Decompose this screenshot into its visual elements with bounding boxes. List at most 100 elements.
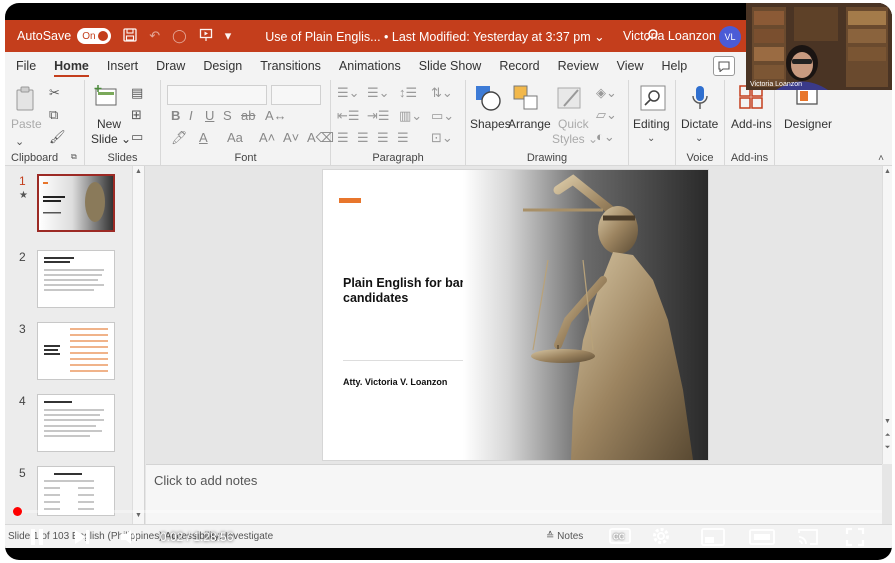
increase-font-icon[interactable]: A˄ — [259, 131, 275, 144]
bold-icon[interactable]: B — [171, 109, 180, 122]
editing-dropdown-icon[interactable]: ⌄ — [647, 134, 655, 144]
video-player[interactable]: AutoSave On ↶ ◯ ▾ Use of Plain Englis...… — [5, 3, 892, 560]
captions-icon[interactable]: CC — [609, 528, 631, 546]
numbering-icon[interactable]: ☰⌄ — [367, 86, 390, 99]
settings-gear-icon[interactable] — [651, 526, 671, 548]
quick-styles-icon[interactable] — [556, 84, 584, 114]
redo-icon[interactable]: ◯ — [172, 28, 187, 44]
addins-label[interactable]: Add-ins — [731, 117, 772, 131]
pause-icon[interactable] — [29, 528, 45, 548]
volume-icon[interactable] — [119, 528, 141, 548]
tab-transitions[interactable]: Transitions — [251, 52, 330, 80]
fullscreen-icon[interactable] — [845, 527, 865, 549]
microphone-icon[interactable] — [690, 84, 710, 114]
format-painter-icon[interactable]: 🖌 — [49, 130, 66, 143]
section-icon[interactable]: ▭ — [131, 130, 143, 143]
theater-mode-icon[interactable] — [749, 529, 775, 547]
slide-thumbnail-3[interactable] — [37, 322, 115, 380]
layout-icon[interactable]: ▤ — [131, 86, 143, 99]
designer-label[interactable]: Designer — [784, 117, 832, 131]
char-spacing-icon[interactable]: A↔ — [265, 109, 287, 122]
align-text-icon[interactable]: ▭⌄ — [431, 109, 454, 122]
smartart-icon[interactable]: ⊡⌄ — [431, 131, 453, 144]
undo-icon[interactable]: ↶ — [149, 28, 160, 44]
align-center-icon[interactable]: ☰ — [357, 131, 369, 144]
tab-help[interactable]: Help — [652, 52, 696, 80]
paste-icon[interactable] — [15, 86, 37, 114]
bullets-icon[interactable]: ☰⌄ — [337, 86, 360, 99]
notes-pane[interactable]: Click to add notes — [146, 464, 882, 524]
scroll-down-icon[interactable]: ▼ — [883, 418, 892, 428]
cast-icon[interactable] — [797, 528, 819, 548]
text-direction-icon[interactable]: ⇅⌄ — [431, 86, 453, 99]
slide-thumbnail-2[interactable] — [37, 250, 115, 308]
tab-slide-show[interactable]: Slide Show — [410, 52, 491, 80]
decrease-indent-icon[interactable]: ⇤☰ — [337, 109, 360, 122]
quick-styles-label-2[interactable]: Styles ⌄ — [552, 132, 598, 146]
tab-record[interactable]: Record — [490, 52, 548, 80]
strikethrough-icon[interactable]: ab — [241, 109, 255, 122]
shapes-label[interactable]: Shapes — [470, 117, 511, 131]
italic-icon[interactable]: I — [189, 109, 193, 122]
change-case-icon[interactable]: Aa — [227, 131, 243, 144]
align-right-icon[interactable]: ☰ — [377, 131, 389, 144]
progress-scrubber[interactable] — [13, 507, 22, 516]
present-icon[interactable] — [199, 28, 213, 45]
scroll-down-icon[interactable]: ▼ — [134, 512, 143, 522]
tab-view[interactable]: View — [608, 52, 653, 80]
miniplayer-icon[interactable] — [701, 528, 725, 548]
clear-format-icon[interactable]: A⌫ — [307, 131, 334, 144]
lady-justice-image[interactable] — [463, 170, 708, 460]
customize-toolbar-icon[interactable]: ▾ — [225, 28, 232, 44]
new-slide-icon[interactable] — [93, 84, 119, 110]
new-slide-label-1[interactable]: New — [97, 117, 121, 131]
copy-icon[interactable]: ⧉ — [49, 108, 58, 121]
reset-icon[interactable]: ⊞ — [131, 108, 142, 121]
new-slide-label-2[interactable]: Slide ⌄ — [91, 132, 131, 146]
slide-thumbnail-5[interactable] — [37, 466, 115, 516]
shadow-icon[interactable]: S — [223, 109, 232, 122]
arrange-icon[interactable] — [512, 84, 540, 114]
tab-design[interactable]: Design — [194, 52, 251, 80]
shape-fill-icon[interactable]: ◈⌄ — [596, 86, 617, 99]
line-spacing-icon[interactable]: ↕☰ — [399, 86, 417, 99]
slide-canvas[interactable]: Plain English for bar candidates Atty. V… — [323, 170, 708, 460]
font-size-dropdown[interactable] — [271, 85, 321, 105]
find-icon[interactable] — [639, 84, 667, 114]
paste-dropdown-icon[interactable]: ⌄ — [15, 137, 24, 148]
highlight-icon[interactable]: 🖊 — [171, 131, 188, 144]
comment-icon[interactable] — [713, 56, 735, 76]
next-video-icon[interactable] — [73, 528, 91, 548]
notes-toggle[interactable]: ≙ Notes — [546, 531, 583, 542]
font-color-icon[interactable]: A — [199, 131, 208, 144]
columns-icon[interactable]: ▥⌄ — [399, 109, 422, 122]
paste-label[interactable]: Paste — [11, 117, 42, 131]
quick-styles-label-1[interactable]: Quick — [558, 117, 589, 131]
decrease-font-icon[interactable]: A˅ — [283, 131, 299, 144]
previous-slide-icon[interactable]: ⏶ — [883, 432, 892, 442]
shape-outline-icon[interactable]: ▱⌄ — [596, 108, 617, 121]
tab-review[interactable]: Review — [549, 52, 608, 80]
slide-author[interactable]: Atty. Victoria V. Loanzon — [343, 377, 447, 387]
save-icon[interactable] — [123, 27, 137, 45]
increase-indent-icon[interactable]: ⇥☰ — [367, 109, 390, 122]
dictate-dropdown-icon[interactable]: ⌄ — [695, 134, 703, 144]
slide-thumbnail-1[interactable] — [37, 174, 115, 232]
shape-effects-icon[interactable]: ◐⌄ — [596, 130, 615, 143]
tab-animations[interactable]: Animations — [330, 52, 410, 80]
thumbnail-scrollbar[interactable]: ▲ ▼ — [132, 166, 144, 524]
tab-insert[interactable]: Insert — [98, 52, 147, 80]
avatar[interactable]: VL — [719, 26, 741, 48]
autosave-toggle[interactable]: On — [77, 28, 112, 44]
tab-file[interactable]: File — [5, 52, 45, 80]
scroll-up-icon[interactable]: ▲ — [883, 168, 892, 178]
align-left-icon[interactable]: ☰ — [337, 131, 349, 144]
underline-icon[interactable]: U — [205, 109, 214, 122]
arrange-label[interactable]: Arrange — [508, 117, 551, 131]
collapse-ribbon-icon[interactable]: ˄ — [878, 153, 884, 164]
scroll-up-icon[interactable]: ▲ — [134, 168, 143, 178]
user-name[interactable]: Victoria Loanzon — [623, 29, 716, 43]
tab-home[interactable]: Home — [45, 52, 98, 80]
cut-icon[interactable]: ✂ — [49, 86, 60, 99]
slide-thumbnail-4[interactable] — [37, 394, 115, 452]
